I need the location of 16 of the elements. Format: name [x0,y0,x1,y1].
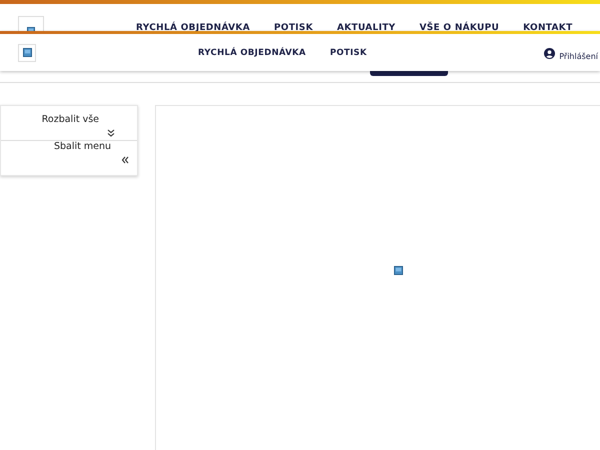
nav-link[interactable]: AKTUALITY [324,23,408,33]
menu-item[interactable]: Sbalit menu [1,140,137,175]
menu-item[interactable]: Rozbalit vše [1,106,137,140]
user-icon[interactable] [544,48,556,59]
login-link[interactable]: Přihlášení [559,52,598,60]
nav-link[interactable]: POTISK [262,23,325,33]
double-chevron-down-icon [107,129,115,137]
broken-image-icon [394,266,402,274]
nav-link[interactable]: VŠE O NÁKUPU [408,23,512,33]
logo[interactable] [18,44,36,62]
nav-link[interactable]: POTISK [318,48,379,58]
nav-link[interactable]: RYCHLÁ OBJEDNÁVKA [186,48,318,58]
double-chevron-left-icon [121,156,129,164]
nav-link[interactable]: RYCHLÁ OBJEDNÁVKA [124,23,262,33]
broken-image-icon [22,48,32,57]
nav-link[interactable]: KONTAKT [511,23,585,33]
